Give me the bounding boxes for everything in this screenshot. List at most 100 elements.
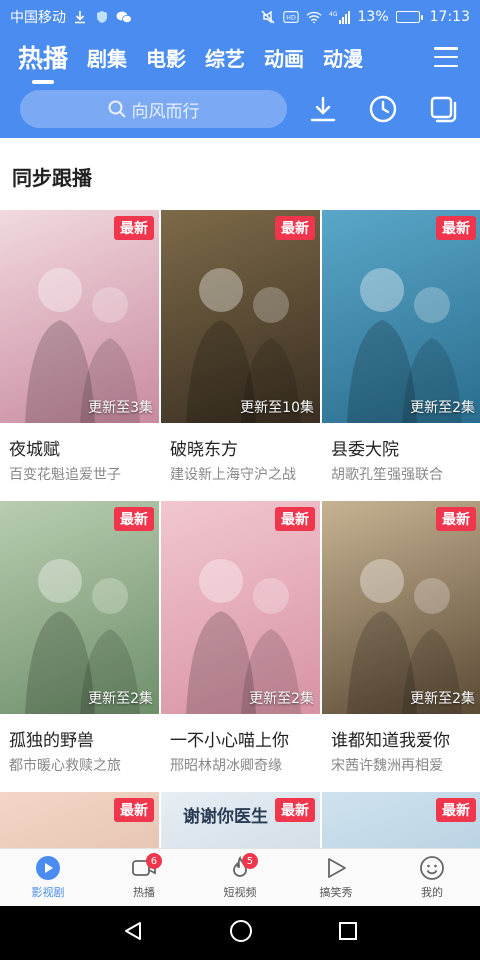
wechat-status-icon [116,9,132,25]
show-poster[interactable]: 最新更新至3集 [0,210,159,423]
show-subtitle: 建设新上海守沪之战 [170,467,296,483]
download-status-icon [72,9,88,25]
show-title[interactable]: 夜城赋 [0,435,159,460]
nav-item-4[interactable]: 我的 [384,849,480,906]
show-title[interactable]: 谁都知道我爱你 [322,726,480,751]
show-title[interactable]: 破晓东方 [161,435,320,460]
show-poster[interactable]: 最新更新至2集 [0,501,159,714]
poster-artwork [25,559,140,714]
hd-icon: HD [282,9,299,25]
nav-label: 影视剧 [31,886,65,899]
show-subtitle: 百变花魁追爱世子 [9,467,121,483]
show-card[interactable]: 最新 [0,792,159,848]
show-card[interactable]: 最新 [322,792,480,848]
show-subtitle: 胡歌孔笙强强联合 [331,467,443,483]
show-card[interactable]: 最新更新至3集夜城赋百变花魁追爱世子 [0,210,159,484]
episode-update-label: 更新至3集 [88,400,153,416]
new-badge: 最新 [275,216,315,240]
nav-item-1[interactable]: 热播 6 [96,849,192,906]
nav-item-3[interactable]: 搞笑秀 [288,849,384,906]
play-icon [35,855,61,881]
battery-icon [395,11,423,23]
content-area: 同步跟播 最新 更新至3集 夜城赋 百变花魁追爱世子 最新 更新至10集 破晓东方 建设新上海… [0,138,480,848]
episode-update-label: 更新至2集 [249,691,314,707]
app-header: 热播 剧集 电影 综艺 动画 动漫 向风而行 [0,34,480,138]
new-badge: 最新 [275,507,315,531]
episode-update-label: 更新至10集 [240,400,314,416]
battery-percent: 13% [357,9,389,25]
search-bar[interactable]: 向风而行 [20,90,287,128]
play-outline-icon [323,855,349,881]
show-poster[interactable]: 最新更新至2集 [161,501,320,714]
download-icon[interactable] [308,94,338,124]
nav-label: 短视频 [223,886,257,899]
show-card[interactable]: 最新更新至2集孤独的野兽都市暖心救赎之旅 [0,501,159,775]
tab-0[interactable]: 热播 [18,39,68,75]
home-icon[interactable] [229,919,253,947]
show-poster[interactable]: 最新更新至2集 [322,210,480,423]
show-subtitle: 邢昭林胡冰卿奇缘 [170,758,282,774]
show-poster[interactable]: 最新更新至2集 [322,501,480,714]
show-title[interactable]: 一不小心喵上你 [161,726,320,751]
new-badge: 最新 [114,216,154,240]
show-title[interactable]: 孤独的野兽 [0,726,159,751]
nav-label: 搞笑秀 [319,886,353,899]
poster-artwork [25,268,140,423]
shield-status-icon [94,9,110,25]
episode-update-label: 更新至2集 [410,400,475,416]
poster-artwork [347,559,462,714]
tab-4[interactable]: 动画 [264,43,304,72]
new-badge: 最新 [275,798,315,822]
poster-artwork [186,559,301,714]
new-badge: 最新 [114,798,154,822]
nav-label: 我的 [421,886,443,899]
bottom-nav: 影视剧 热播 6 短视频 5 搞笑秀 我的 [0,848,480,906]
back-icon[interactable] [122,920,144,946]
episode-update-label: 更新至2集 [410,691,475,707]
show-poster[interactable]: 谢谢你医生 最新 [161,792,320,848]
category-tabs: 热播 剧集 电影 综艺 动画 动漫 [0,34,480,80]
show-poster[interactable]: 最新更新至10集 [161,210,320,423]
show-subtitle: 宋茜许魏洲再相爱 [331,758,443,774]
wifi-icon [305,9,322,25]
tab-1[interactable]: 剧集 [87,43,127,72]
tab-5[interactable]: 动漫 [323,43,363,72]
search-placeholder: 向风而行 [131,101,200,122]
episode-update-label: 更新至2集 [88,691,153,707]
nav-label: 热播 [133,886,155,899]
status-bar: 中国移动 HD 4G 13% 17:13 [0,0,480,34]
notification-badge: 6 [145,853,162,869]
history-icon[interactable] [368,94,398,124]
section-title: 同步跟播 [12,166,92,190]
show-card[interactable]: 谢谢你医生 最新 [161,792,320,848]
show-card[interactable]: 最新更新至10集破晓东方建设新上海守沪之战 [161,210,320,484]
new-badge: 最新 [114,507,154,531]
show-poster[interactable]: 最新 [0,792,159,848]
show-title[interactable]: 县委大院 [322,435,480,460]
show-poster[interactable]: 最新 [322,792,480,848]
carrier-label: 中国移动 [10,10,66,26]
collection-icon[interactable] [428,94,458,124]
mute-icon [260,9,276,25]
nav-item-0[interactable]: 影视剧 [0,849,96,906]
search-icon [108,100,126,118]
show-card[interactable]: 最新更新至2集谁都知道我爱你宋茜许魏洲再相爱 [322,501,480,775]
show-subtitle: 都市暖心救赎之旅 [9,758,121,774]
menu-icon[interactable] [434,47,458,67]
show-card[interactable]: 最新更新至2集一不小心喵上你邢昭林胡冰卿奇缘 [161,501,320,775]
tab-3[interactable]: 综艺 [205,43,245,72]
tab-2[interactable]: 电影 [146,43,186,72]
new-badge: 最新 [436,216,476,240]
recents-icon[interactable] [338,921,358,945]
system-nav-bar [0,906,480,960]
poster-artwork [186,268,301,423]
new-badge: 最新 [436,798,476,822]
svg-text:4G: 4G [329,11,338,18]
clock: 17:13 [429,9,470,25]
nav-item-2[interactable]: 短视频 5 [192,849,288,906]
poster-artwork [347,268,462,423]
smile-icon [419,855,445,881]
poster-caption: 谢谢你医生 [183,807,268,827]
show-card[interactable]: 最新更新至2集县委大院胡歌孔笙强强联合 [322,210,480,484]
new-badge: 最新 [436,507,476,531]
